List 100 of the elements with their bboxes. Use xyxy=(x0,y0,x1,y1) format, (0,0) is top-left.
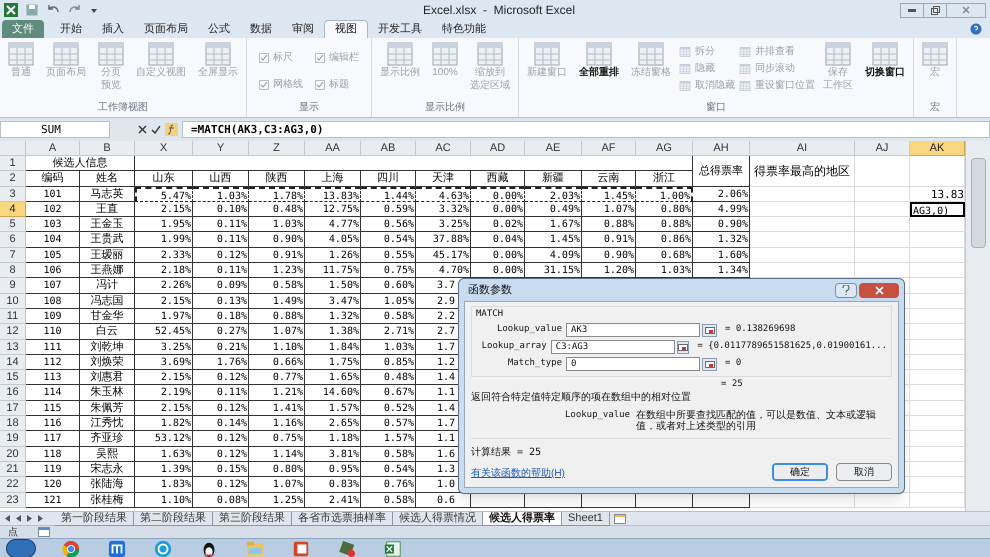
sheet-tab[interactable]: 各省市选票抽样率 xyxy=(292,512,393,526)
table-cell: 1.67% xyxy=(525,217,582,232)
dialog-button[interactable]: 确定 xyxy=(772,463,828,481)
group-label: 窗口 xyxy=(705,100,727,115)
help-icon xyxy=(842,285,850,295)
sheet-icon xyxy=(53,42,79,66)
sheet-tab[interactable]: 候选人得票率 xyxy=(483,512,562,526)
ribbon-tab[interactable]: 视图 xyxy=(324,20,368,38)
cancel-icon[interactable] xyxy=(138,125,147,134)
sheet-tab[interactable]: 第三阶段结果 xyxy=(213,512,292,526)
row-header: 23 xyxy=(0,492,26,508)
table-cell: 0.55% xyxy=(361,248,416,264)
row-header: 14 xyxy=(0,354,26,370)
ribbon-tab[interactable]: 插入 xyxy=(92,20,134,38)
column-header[interactable]: AJ xyxy=(855,141,910,156)
table-cell: 1.82% xyxy=(135,416,193,432)
column-header[interactable]: AC xyxy=(416,141,471,156)
column-header[interactable]: AI xyxy=(750,141,855,156)
macro-record-icon[interactable] xyxy=(38,527,50,537)
enter-icon[interactable] xyxy=(151,125,161,134)
help-button[interactable] xyxy=(835,282,857,298)
ribbon-button[interactable]: 切换窗口 xyxy=(861,42,909,79)
close-icon xyxy=(962,6,970,14)
ribbon-tab[interactable]: 特色功能 xyxy=(432,20,496,38)
close-button[interactable] xyxy=(859,282,899,298)
minimize-button[interactable] xyxy=(900,2,924,18)
sync-icon[interactable] xyxy=(154,540,172,557)
close-button[interactable] xyxy=(946,2,986,18)
ribbon-tab[interactable]: 数据 xyxy=(240,20,282,38)
presentation-icon[interactable] xyxy=(292,540,310,557)
table-cell: 37.88% xyxy=(416,232,471,248)
table-cell: 102 xyxy=(26,202,80,218)
column-header[interactable]: A xyxy=(26,141,80,156)
column-header[interactable]: AK xyxy=(910,141,965,156)
argument-field[interactable]: AK3 xyxy=(566,323,700,337)
row-header: 9 xyxy=(0,278,26,294)
browser-icon[interactable] xyxy=(62,540,80,557)
table-cell: 0.12% xyxy=(193,477,249,493)
column-header[interactable]: AG xyxy=(636,141,693,156)
table-cell: 1.41% xyxy=(249,400,305,416)
ribbon-tab[interactable]: 页面布局 xyxy=(134,20,198,38)
table-cell: 0.52% xyxy=(361,400,416,416)
table-cell: 1.32% xyxy=(305,308,361,324)
dialog-button[interactable]: 取消 xyxy=(836,463,892,481)
column-header[interactable]: B xyxy=(80,141,135,156)
table-cell: 1.63% xyxy=(135,446,193,462)
table-cell: 马志英 xyxy=(80,186,135,202)
table-cell: 1.49% xyxy=(249,294,305,309)
column-header[interactable]: AE xyxy=(525,141,582,156)
sheet-tab[interactable]: 第二阶段结果 xyxy=(134,512,213,526)
ribbon-tab[interactable]: 公式 xyxy=(198,20,240,38)
row-header: 21 xyxy=(0,462,26,478)
ribbon-tab[interactable]: 审阅 xyxy=(282,20,324,38)
sheet-tab[interactable]: Sheet1 xyxy=(562,512,610,526)
column-header[interactable]: AH xyxy=(693,141,750,156)
row-header: 4 xyxy=(0,202,26,218)
row-header: 11 xyxy=(0,308,26,324)
restore-button[interactable] xyxy=(924,2,946,18)
column-header[interactable]: AD xyxy=(471,141,525,156)
column-header[interactable]: X xyxy=(135,141,193,156)
column-header[interactable]: AB xyxy=(361,141,416,156)
table-cell: 1.95% xyxy=(135,217,193,232)
table-cell: 4.77% xyxy=(305,217,361,232)
vertical-scrollbar[interactable] xyxy=(965,141,990,511)
argument-field[interactable]: 0 xyxy=(566,357,700,371)
column-header[interactable]: AF xyxy=(582,141,636,156)
help-icon[interactable] xyxy=(970,23,982,35)
table-cell xyxy=(855,186,910,202)
column-header[interactable]: Z xyxy=(249,141,305,156)
ribbon-button[interactable]: 全部重排 xyxy=(575,42,623,79)
help-link[interactable]: 有关该函数的帮助(H) xyxy=(471,466,764,481)
collapse-button[interactable] xyxy=(676,340,690,354)
game-icon[interactable] xyxy=(338,540,356,557)
ribbon-tab[interactable]: 开发工具 xyxy=(368,20,432,38)
table-cell: 104 xyxy=(26,232,80,248)
table-cell: 王直 xyxy=(80,202,135,218)
formula-field[interactable]: =MATCH(AK3,C3:AG3,0) xyxy=(182,121,990,138)
collapse-button[interactable] xyxy=(702,324,717,336)
column-header[interactable]: Y xyxy=(193,141,249,156)
table-cell: 1.39% xyxy=(135,462,193,478)
save-icon[interactable] xyxy=(26,4,38,16)
sheet-tab[interactable]: 候选人得票情况 xyxy=(393,512,483,526)
spreadsheet-icon[interactable] xyxy=(384,540,402,557)
dropdown-icon[interactable] xyxy=(90,6,98,14)
argument-field[interactable]: C3:AG3 xyxy=(550,340,675,354)
name-box[interactable]: SUM xyxy=(0,121,110,138)
insert-function-icon[interactable] xyxy=(165,123,178,136)
column-header[interactable]: AA xyxy=(305,141,361,156)
table-cell: 朱玉林 xyxy=(80,385,135,401)
table-cell: 1.03% xyxy=(249,217,305,232)
app-icon[interactable] xyxy=(108,540,126,557)
sheet-tab[interactable]: 第一阶段结果 xyxy=(55,512,134,526)
start-button[interactable] xyxy=(6,539,36,557)
table-cell: 宋志永 xyxy=(80,462,135,478)
sheet-icon xyxy=(739,81,751,91)
ribbon-tab[interactable]: 开始 xyxy=(50,20,92,38)
insert-sheet-icon[interactable] xyxy=(614,514,626,524)
collapse-button[interactable] xyxy=(702,358,717,370)
ribbon-tab[interactable]: 文件 xyxy=(2,20,44,38)
row-header: 13 xyxy=(0,340,26,355)
